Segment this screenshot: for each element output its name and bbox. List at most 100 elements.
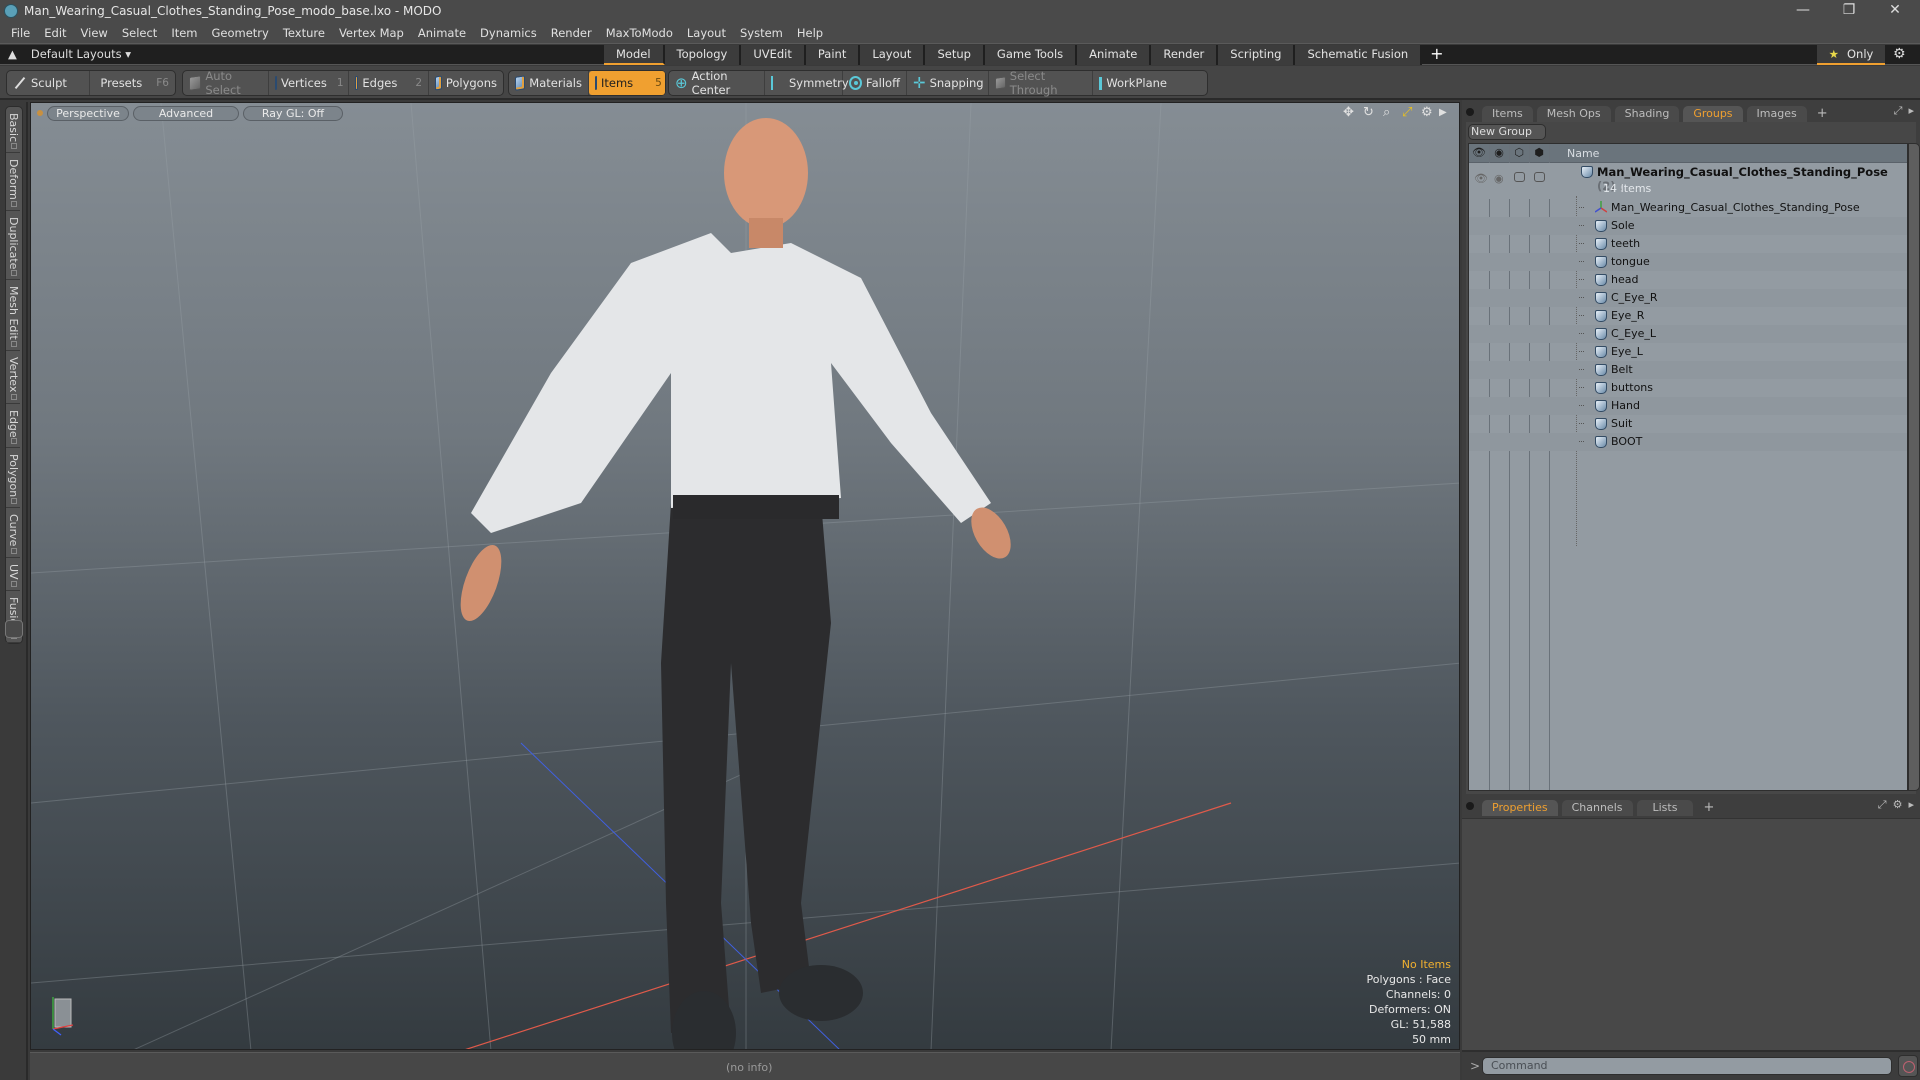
viewport-status-dot[interactable]	[37, 110, 43, 116]
panel-dot-icon[interactable]	[1466, 108, 1474, 116]
zoom-icon[interactable]: ⌕	[1383, 105, 1390, 120]
menu-texture[interactable]: Texture	[276, 26, 332, 40]
only-favorites-button[interactable]: ★ Only	[1817, 45, 1885, 65]
root-render-icon[interactable]: ◉	[1494, 172, 1504, 185]
layout-tab-model[interactable]: Model	[604, 45, 665, 65]
pan-icon[interactable]: ✥	[1343, 105, 1354, 120]
minimize-button[interactable]: —	[1780, 0, 1826, 22]
render-camera-icon[interactable]: ◉	[1489, 146, 1509, 159]
layout-tab-layout[interactable]: Layout	[860, 45, 926, 65]
tab-groups[interactable]: Groups	[1683, 106, 1743, 122]
polygons-button[interactable]: Polygons	[429, 71, 503, 95]
add-tab-button[interactable]: +	[1811, 106, 1834, 122]
tab-properties[interactable]: Properties	[1482, 800, 1558, 816]
menu-layout[interactable]: Layout	[680, 26, 733, 40]
menu-view[interactable]: View	[74, 26, 115, 40]
tree-item-row[interactable]: C_Eye_L	[1469, 325, 1907, 343]
expand-panel-icon[interactable]: ⤢	[1894, 104, 1903, 118]
expand-properties-icon[interactable]: ⤢	[1878, 798, 1887, 812]
new-group-button[interactable]: New Group	[1468, 124, 1546, 140]
left-tab-edge[interactable]: Edge	[6, 404, 20, 449]
layout-tab-game-tools[interactable]: Game Tools	[984, 45, 1078, 65]
root-lock-toggle[interactable]	[1514, 172, 1525, 182]
properties-dot-icon[interactable]	[1466, 802, 1474, 810]
layouts-dropdown[interactable]: Default Layouts ▾	[31, 47, 131, 61]
menu-vertex-map[interactable]: Vertex Map	[332, 26, 411, 40]
panel-menu-arrow-icon[interactable]: ▸	[1908, 104, 1914, 118]
fit-view-icon[interactable]: ⤢	[1402, 105, 1412, 120]
rotate-icon[interactable]: ↻	[1363, 105, 1374, 120]
left-tab-deform[interactable]: Deform	[6, 153, 20, 212]
left-tab-vertex[interactable]: Vertex	[6, 351, 20, 404]
tree-item-row[interactable]: Hand	[1469, 397, 1907, 415]
root-visibility-eye-icon[interactable]: 👁	[1474, 172, 1488, 185]
tree-item-row[interactable]: C_Eye_R	[1469, 289, 1907, 307]
close-button[interactable]: ✕	[1872, 0, 1918, 22]
tree-item-row[interactable]: BOOT	[1469, 433, 1907, 451]
tree-item-row[interactable]: Belt	[1469, 361, 1907, 379]
add-layout-tab-button[interactable]: +	[1422, 45, 1451, 65]
menu-dynamics[interactable]: Dynamics	[473, 26, 544, 40]
tree-item-row[interactable]: Sole	[1469, 217, 1907, 235]
sculpt-button[interactable]: Sculpt	[7, 71, 90, 95]
left-tab-curve[interactable]: Curve	[6, 508, 20, 558]
edges-button[interactable]: Edges 2	[349, 71, 429, 95]
name-column-header[interactable]: Name	[1567, 147, 1599, 160]
layout-tab-scripting[interactable]: Scripting	[1218, 45, 1296, 65]
vertices-button[interactable]: Vertices 1	[269, 71, 349, 95]
select-cube-icon[interactable]: ⬢	[1529, 146, 1549, 159]
left-tab-polygon[interactable]: Polygon	[6, 448, 20, 509]
gear-icon[interactable]: ⚙	[1893, 46, 1906, 62]
menu-animate[interactable]: Animate	[411, 26, 473, 40]
tree-item-row[interactable]: teeth	[1469, 235, 1907, 253]
group-root-row[interactable]: 👁 ◉ Man_Wearing_Casual_Clothes_Standing_…	[1469, 163, 1907, 199]
layout-tab-setup[interactable]: Setup	[925, 45, 985, 65]
tree-item-row[interactable]: tongue	[1469, 253, 1907, 271]
collapse-arrow-icon[interactable]: ▲	[8, 47, 17, 61]
tree-item-row[interactable]: Eye_R	[1469, 307, 1907, 325]
menu-file[interactable]: File	[4, 26, 37, 40]
tab-channels[interactable]: Channels	[1561, 800, 1633, 816]
layout-tab-topology[interactable]: Topology	[664, 45, 742, 65]
maximize-button[interactable]: ❐	[1826, 0, 1872, 22]
menu-geometry[interactable]: Geometry	[205, 26, 276, 40]
tree-item-row[interactable]: Eye_L	[1469, 343, 1907, 361]
snapping-button[interactable]: ✛ Snapping	[907, 71, 989, 95]
viewport-menu-arrow-icon[interactable]: ▶	[1439, 107, 1447, 118]
workplane-button[interactable]: WorkPlane	[1093, 71, 1173, 95]
lock-cube-icon[interactable]: ⬡	[1509, 146, 1529, 159]
items-button[interactable]: Items 5	[589, 71, 665, 95]
left-panel-toggle[interactable]	[5, 620, 23, 638]
menu-render[interactable]: Render	[544, 26, 599, 40]
materials-button[interactable]: Materials	[509, 71, 589, 95]
select-through-button[interactable]: Select Through	[989, 69, 1093, 97]
tab-shading[interactable]: Shading	[1614, 106, 1680, 122]
layout-tab-schematic-fusion[interactable]: Schematic Fusion	[1295, 45, 1423, 65]
left-tab-mesh-edit[interactable]: Mesh Edit	[6, 280, 20, 352]
auto-select-button[interactable]: Auto Select	[183, 69, 269, 97]
viewport-gear-icon[interactable]: ⚙	[1421, 105, 1433, 120]
tab-images[interactable]: Images	[1746, 106, 1807, 122]
left-tab-basic[interactable]: Basic	[6, 107, 20, 154]
action-center-button[interactable]: ⊕ Action Center	[669, 69, 765, 97]
visibility-eye-icon[interactable]: 👁	[1469, 146, 1489, 159]
3d-viewport[interactable]: Perspective Advanced Ray GL: Off ✥ ↻ ⌕ ⤢…	[30, 102, 1460, 1050]
menu-item[interactable]: Item	[164, 26, 204, 40]
menu-edit[interactable]: Edit	[37, 26, 73, 40]
tree-item-row[interactable]: Man_Wearing_Casual_Clothes_Standing_Pose	[1469, 199, 1907, 217]
tab-mesh-ops[interactable]: Mesh Ops	[1536, 106, 1611, 122]
tab-lists[interactable]: Lists	[1636, 800, 1694, 816]
tree-item-row[interactable]: buttons	[1469, 379, 1907, 397]
symmetry-button[interactable]: Symmetry	[765, 71, 849, 95]
raygl-toggle[interactable]: Ray GL: Off	[243, 106, 343, 121]
shading-advanced-dropdown[interactable]: Advanced	[133, 106, 239, 121]
layout-tab-uvedit[interactable]: UVEdit	[741, 45, 806, 65]
layout-tab-animate[interactable]: Animate	[1077, 45, 1152, 65]
add-properties-tab-button[interactable]: +	[1697, 800, 1720, 816]
menu-help[interactable]: Help	[790, 26, 830, 40]
root-select-toggle[interactable]	[1534, 172, 1545, 182]
tree-item-row[interactable]: head	[1469, 271, 1907, 289]
layout-tab-paint[interactable]: Paint	[805, 45, 861, 65]
presets-button[interactable]: Presets F6	[90, 71, 175, 95]
menu-maxtomodo[interactable]: MaxToModo	[599, 26, 680, 40]
